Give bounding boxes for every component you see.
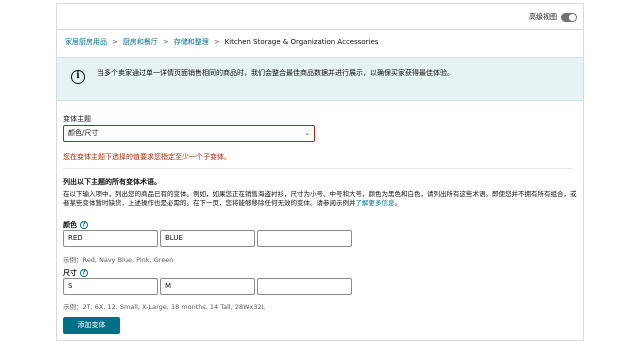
breadcrumb-item-home-kitchen[interactable]: 家居厨房用品	[65, 38, 107, 46]
divider	[57, 29, 583, 30]
variations-description-text: 在以下输入项中，列出您的商品已有的变体。例如，如果您正在销售海盗衬衫，尺寸为小号…	[63, 190, 577, 207]
divider	[63, 168, 573, 169]
color-input-1[interactable]: RED	[63, 230, 158, 247]
info-icon: i	[71, 70, 85, 84]
period: 。	[394, 199, 402, 207]
size-input-2[interactable]: M	[160, 278, 255, 295]
help-icon[interactable]: ?	[80, 269, 88, 277]
size-input-1[interactable]: S	[63, 278, 158, 295]
color-input-3[interactable]	[257, 230, 352, 247]
variations-section-title: 列出以下主题的所有变体术语。	[63, 178, 161, 186]
chevron-down-icon: ⌄	[304, 129, 310, 137]
size-example-text: 示例：2T, 6X, 12, Small, X-Large, 18 months…	[63, 303, 266, 311]
color-label-text: 颜色	[63, 221, 77, 229]
size-label-text: 尺寸	[63, 269, 77, 277]
breadcrumb-separator: >	[162, 38, 169, 46]
toggle-knob	[569, 13, 576, 21]
variation-panel: 高级视图 家居厨房用品 > 厨房和餐厅 > 存储和整理 > Kitchen Storage …	[56, 3, 584, 341]
variation-theme-label: 变体主题	[63, 115, 91, 123]
breadcrumb-separator: >	[213, 38, 220, 46]
breadcrumb-item-current: Kitchen Storage & Organization Accessori…	[224, 38, 379, 46]
info-banner: i 当多个卖家通过单一详情页面销售相同的商品时，我们会整合最佳商品数据并进行展示…	[57, 57, 583, 101]
advanced-view-toggle[interactable]	[561, 12, 577, 22]
color-example-text: 示例：Red, Navy Blue, Pink, Green	[63, 256, 174, 264]
info-banner-text: 当多个卖家通过单一详情页面销售相同的商品时，我们会整合最佳商品数据并进行展示，以…	[97, 69, 454, 77]
breadcrumb-separator: >	[112, 38, 118, 46]
variations-description: 在以下输入项中，列出您的商品已有的变体。例如，如果您正在销售海盗衬衫，尺寸为小号…	[63, 190, 578, 208]
color-input-2[interactable]: BLUE	[160, 230, 255, 247]
variation-theme-selected-value: 颜色/尺寸	[68, 129, 99, 137]
size-input-3[interactable]	[257, 278, 352, 295]
advanced-view-label: 高级视图	[529, 13, 557, 21]
variation-theme-select[interactable]: 颜色/尺寸 ⌄	[63, 125, 315, 142]
help-icon[interactable]: ?	[80, 221, 88, 229]
variation-theme-error: 您在变体主题下选择的值要求您指定至少一个子变体。	[63, 153, 231, 161]
color-field-label: 颜色 ?	[63, 220, 88, 230]
advanced-view-toggle-row: 高级视图	[529, 12, 577, 22]
breadcrumb-item-storage[interactable]: 存储和整理	[174, 38, 209, 46]
breadcrumb-item-kitchen-dining[interactable]: 厨房和餐厅	[123, 38, 158, 46]
size-field-label: 尺寸 ?	[63, 268, 88, 278]
add-variation-button[interactable]: 添加变体	[63, 317, 120, 334]
learn-more-link[interactable]: 了解更多信息	[356, 199, 395, 207]
breadcrumb: 家居厨房用品 > 厨房和餐厅 > 存储和整理 > Kitchen Storage & Org…	[65, 37, 378, 47]
